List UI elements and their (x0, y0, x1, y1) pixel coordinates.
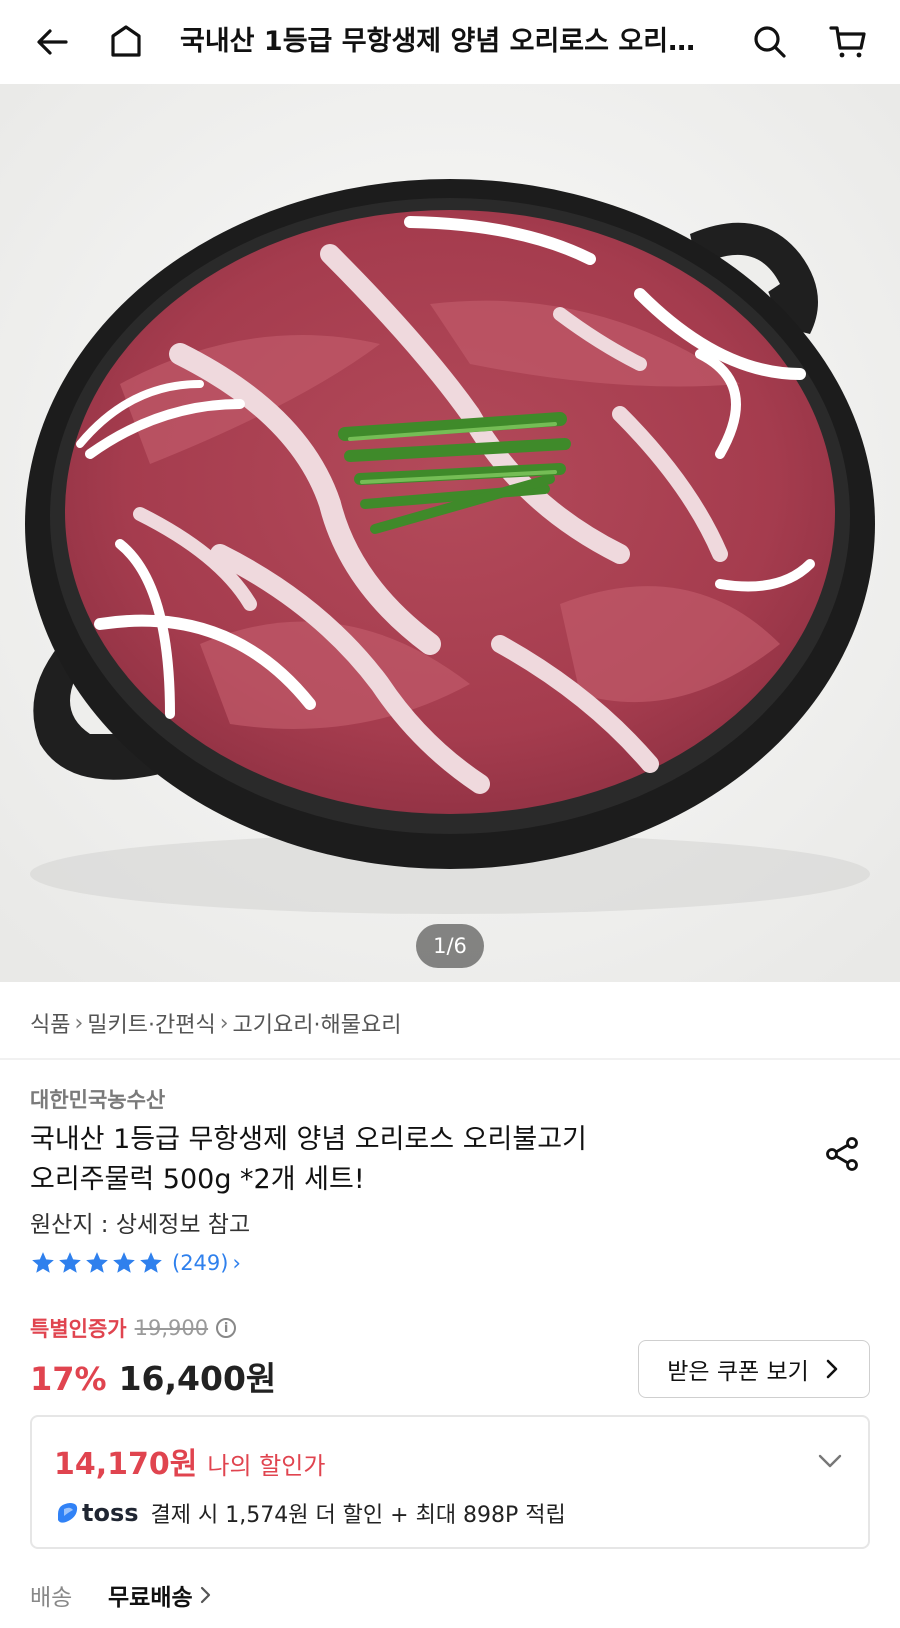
seller-name[interactable]: 대한민국농수산 (30, 1084, 165, 1114)
toss-benefit-text: 결제 시 1,574원 더 할인 + 최대 898P 적립 (150, 1503, 566, 1528)
home-button[interactable] (102, 18, 150, 66)
image-pager-indicator: 1/6 (416, 924, 484, 968)
breadcrumb-item-food[interactable]: 식품 (30, 1007, 70, 1039)
sale-price: 16,400원 (118, 1359, 277, 1398)
back-button[interactable] (28, 18, 76, 66)
view-coupons-button[interactable]: 받은 쿠폰 보기 (638, 1340, 870, 1398)
toss-benefit-row: toss 결제 시 1,574원 더 할인 + 최대 898P 적립 (54, 1497, 566, 1529)
share-button[interactable] (818, 1130, 866, 1178)
chevron-right-icon (200, 1586, 210, 1604)
info-icon[interactable]: i (216, 1318, 237, 1338)
sale-price-row: 17% 16,400원 (30, 1352, 276, 1400)
cart-button[interactable] (824, 18, 872, 66)
product-photo (0, 84, 900, 982)
view-coupons-label: 받은 쿠폰 보기 (667, 1359, 809, 1385)
star-rating (30, 1250, 164, 1276)
breadcrumb: 식품 › 밀키트·간편식 › 고기요리·해물요리 (30, 1003, 401, 1043)
toss-brand-text: toss (82, 1499, 139, 1527)
expand-discount-button[interactable] (814, 1445, 846, 1477)
discount-percent: 17% (30, 1360, 107, 1398)
cart-icon (829, 26, 866, 58)
page-title: 국내산 1등급 무항생제 양념 오리로스 오리불고기 오리주물럭 500g *2… (180, 26, 700, 57)
star-icon (32, 1252, 54, 1273)
special-price-row: 특별인증가 19,900 i (30, 1313, 237, 1343)
chevron-right-icon (826, 1359, 838, 1379)
origin-info: 원산지 : 상세정보 참고 (30, 1212, 251, 1238)
toss-logo: toss (54, 1499, 139, 1527)
product-image-carousel[interactable] (0, 84, 900, 982)
my-discount-label: 나의 할인가 (207, 1452, 326, 1480)
share-icon (826, 1137, 858, 1171)
my-discount-panel: 14,170원 나의 할인가 toss 결제 시 1,574원 더 할인 + 최… (30, 1415, 870, 1549)
home-icon (111, 25, 141, 57)
star-icon (140, 1252, 162, 1273)
my-discount-price: 14,170원 (54, 1447, 198, 1482)
star-icon (86, 1252, 108, 1273)
breadcrumb-item-mealkit[interactable]: 밀키트·간편식 (87, 1007, 215, 1039)
product-title-line2: 오리주물럭 500g *2개 세트! (30, 1164, 365, 1195)
search-icon (754, 26, 786, 58)
shipping-label: 배송 (30, 1585, 73, 1611)
toss-logo-icon (58, 1503, 78, 1523)
chevron-down-icon (818, 1454, 842, 1468)
shipping-row: 배송 무료배송 (30, 1578, 213, 1612)
back-arrow-icon (37, 29, 68, 55)
top-app-bar: 국내산 1등급 무항생제 양념 오리로스 오리불고기 오리주물럭 500g *2… (0, 0, 900, 84)
search-button[interactable] (746, 18, 794, 66)
product-title: 국내산 1등급 무항생제 양념 오리로스 오리불고기 오리주물럭 500g *2… (30, 1120, 730, 1200)
review-count-link[interactable]: (249) (172, 1251, 228, 1275)
original-price: 19,900 (134, 1316, 209, 1340)
rating-summary[interactable]: (249) › (30, 1250, 241, 1276)
section-divider (0, 1058, 900, 1060)
star-icon (113, 1252, 135, 1273)
chevron-right-icon: › (74, 1010, 84, 1036)
product-title-line1: 국내산 1등급 무항생제 양념 오리로스 오리불고기 (30, 1124, 587, 1155)
chevron-right-icon: › (219, 1010, 229, 1036)
shipping-value[interactable]: 무료배송 (108, 1578, 193, 1612)
my-discount-price-row: 14,170원 나의 할인가 (54, 1439, 325, 1483)
chevron-right-icon: › (232, 1251, 241, 1275)
star-icon (59, 1252, 81, 1273)
special-price-label: 특별인증가 (30, 1317, 127, 1341)
breadcrumb-item-meat-seafood[interactable]: 고기요리·해물요리 (233, 1007, 402, 1039)
